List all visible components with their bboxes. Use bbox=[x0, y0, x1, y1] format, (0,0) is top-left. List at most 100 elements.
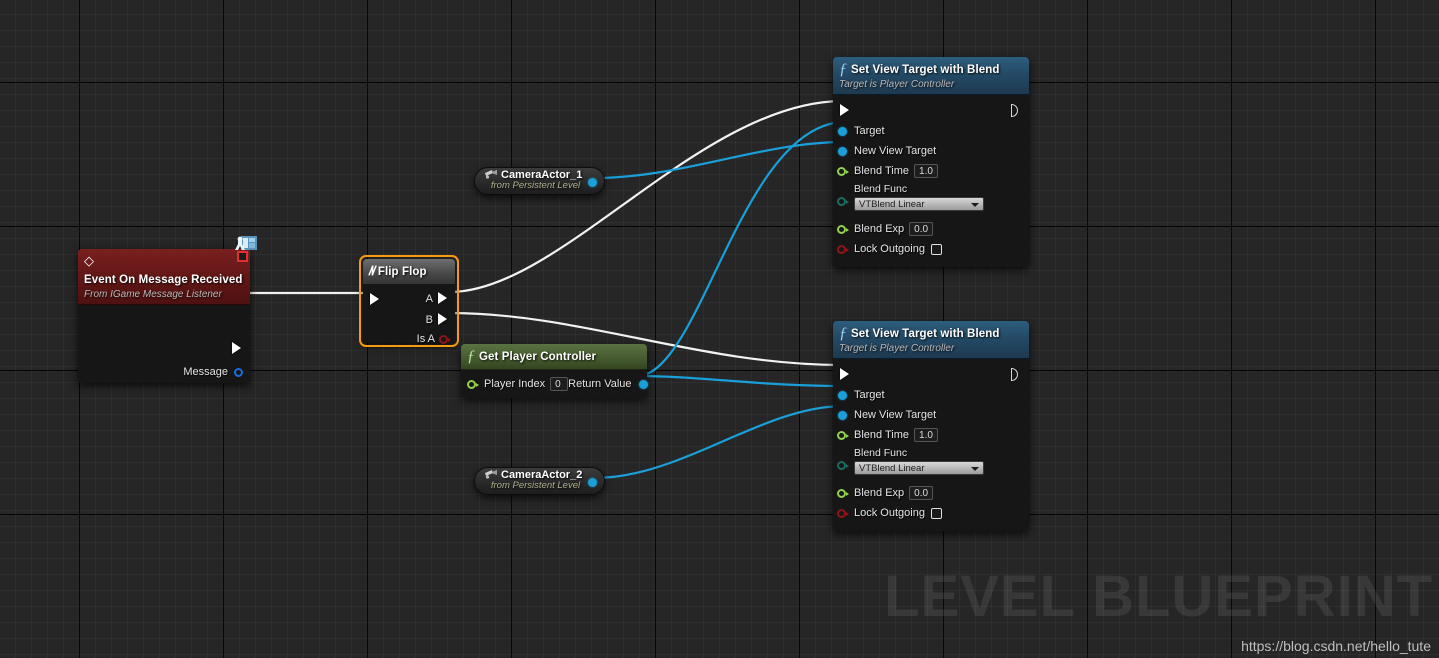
chevron-down-icon bbox=[971, 203, 979, 207]
blend-func-enum-pin[interactable] bbox=[837, 196, 849, 207]
camera-icon bbox=[485, 169, 497, 179]
blend-time-float-pin[interactable] bbox=[837, 166, 849, 177]
pin-label: Lock Outgoing bbox=[854, 507, 925, 519]
flipflop-is-a-row[interactable]: Is A bbox=[417, 333, 451, 345]
lock-outgoing-pin-row[interactable]: Lock Outgoing bbox=[833, 239, 1029, 259]
lock-outgoing-bool-pin[interactable] bbox=[837, 508, 849, 519]
node-header[interactable]: ƒ Set View Target with Blend Target is Pl… bbox=[833, 321, 1029, 359]
blend-exp-value-field[interactable]: 0.0 bbox=[909, 486, 934, 500]
blend-exp-value-field[interactable]: 0.0 bbox=[909, 222, 934, 236]
blueprint-graph-canvas[interactable]: ◇ Event On Message Received From IGame Me… bbox=[0, 0, 1439, 658]
blueprint-actor-badge-icon bbox=[235, 236, 257, 262]
pin-label: A bbox=[425, 292, 433, 305]
blend-func-dropdown[interactable]: VTBlend Linear bbox=[854, 461, 984, 475]
node-flip-flop[interactable]: /\/Flip Flop A B Is A bbox=[359, 255, 459, 347]
lock-outgoing-checkbox[interactable] bbox=[930, 243, 942, 255]
blend-func-selected-value: VTBlend Linear bbox=[859, 199, 925, 210]
pin-label: Blend Exp bbox=[854, 487, 905, 499]
flipflop-exec-in-pin[interactable] bbox=[369, 292, 382, 307]
blend-time-value-field[interactable]: 1.0 bbox=[914, 164, 938, 178]
pure-function-icon: ƒ bbox=[467, 347, 475, 365]
exec-row[interactable] bbox=[833, 99, 1029, 121]
exec-in-pin[interactable] bbox=[839, 103, 852, 118]
pin-label: Blend Time bbox=[854, 429, 910, 441]
node-header[interactable]: /\/Flip Flop bbox=[363, 259, 455, 285]
pin-label: Return Value bbox=[568, 378, 632, 390]
blend-time-pin-row[interactable]: Blend Time 1.0 bbox=[833, 425, 1029, 445]
event-exec-out-pin[interactable] bbox=[231, 341, 244, 356]
exec-out-pin[interactable] bbox=[1010, 367, 1023, 382]
new-view-target-object-pin[interactable] bbox=[837, 410, 848, 421]
player-index-value-field[interactable]: 0 bbox=[550, 377, 569, 391]
node-set-view-target-with-blend-1[interactable]: ƒ Set View Target with Blend Target is Pl… bbox=[833, 57, 1029, 267]
blend-time-value-field[interactable]: 1.0 bbox=[914, 428, 938, 442]
player-index-pin[interactable] bbox=[467, 379, 479, 390]
camera-actor-2-output-pin[interactable] bbox=[587, 477, 598, 488]
pin-label: New View Target bbox=[854, 145, 937, 157]
new-view-target-pin-row[interactable]: New View Target bbox=[833, 405, 1029, 425]
level-blueprint-watermark: LEVEL BLUEPRINT bbox=[884, 564, 1433, 629]
node-header[interactable]: ƒ Get Player Controller bbox=[461, 344, 647, 370]
pin-label: New View Target bbox=[854, 409, 937, 421]
new-view-target-pin-row[interactable]: New View Target bbox=[833, 141, 1029, 161]
blend-exp-pin-row[interactable]: Blend Exp 0.0 bbox=[833, 483, 1029, 503]
function-icon: ƒ bbox=[839, 60, 847, 78]
pin-label: Lock Outgoing bbox=[854, 243, 925, 255]
blend-time-float-pin[interactable] bbox=[837, 430, 849, 441]
flow-control-icon: /\/ bbox=[367, 262, 376, 278]
is-a-bool-pin[interactable] bbox=[439, 334, 451, 345]
return-value-object-pin[interactable] bbox=[638, 379, 649, 390]
target-object-pin[interactable] bbox=[837, 126, 848, 137]
node-camera-actor-2[interactable]: CameraActor_2 from Persistent Level bbox=[474, 467, 605, 495]
pin-label: Blend Func bbox=[854, 447, 908, 459]
blend-time-pin-row[interactable]: Blend Time 1.0 bbox=[833, 161, 1029, 181]
function-icon: ƒ bbox=[839, 324, 847, 342]
flipflop-out-a-pin[interactable] bbox=[437, 291, 450, 306]
node-header[interactable]: ƒ Set View Target with Blend Target is Pl… bbox=[833, 57, 1029, 95]
blend-exp-pin-row[interactable]: Blend Exp 0.0 bbox=[833, 219, 1029, 239]
lock-outgoing-checkbox[interactable] bbox=[930, 507, 942, 519]
node-body: Target New View Target Blend Time 1.0 Bl… bbox=[833, 95, 1029, 267]
blend-func-dropdown[interactable]: VTBlend Linear bbox=[854, 197, 984, 211]
flipflop-out-b-row[interactable]: B bbox=[426, 312, 450, 327]
node-body: Message bbox=[78, 305, 250, 383]
target-pin-row[interactable]: Target bbox=[833, 385, 1029, 405]
pin-label: B bbox=[425, 313, 433, 326]
pin-label: Blend Time bbox=[854, 165, 910, 177]
node-header[interactable]: ◇ Event On Message Received From IGame Me… bbox=[78, 236, 257, 305]
blend-exp-float-pin[interactable] bbox=[837, 224, 849, 235]
node-subtitle: From IGame Message Listener bbox=[84, 289, 222, 300]
blend-func-enum-pin[interactable] bbox=[837, 460, 849, 471]
new-view-target-object-pin[interactable] bbox=[837, 146, 848, 157]
source-url-watermark: https://blog.csdn.net/hello_tute bbox=[1241, 638, 1431, 654]
node-event-on-message-received[interactable]: ◇ Event On Message Received From IGame Me… bbox=[78, 236, 257, 383]
event-message-pin-row[interactable]: Message bbox=[183, 366, 244, 378]
blend-exp-float-pin[interactable] bbox=[837, 488, 849, 499]
node-set-view-target-with-blend-2[interactable]: ƒ Set View Target with Blend Target is Pl… bbox=[833, 321, 1029, 531]
node-body: Target New View Target Blend Time 1.0 Bl… bbox=[833, 359, 1029, 531]
pin-label: Blend Func bbox=[854, 183, 908, 195]
node-title: Get Player Controller bbox=[479, 351, 597, 363]
exec-in-pin[interactable] bbox=[839, 367, 852, 382]
node-body: A B Is A bbox=[363, 285, 455, 345]
blend-func-pin-row[interactable]: Blend Func VTBlend Linear bbox=[833, 445, 1029, 479]
camera-actor-1-output-pin[interactable] bbox=[587, 177, 598, 188]
pin-label: Message bbox=[183, 366, 228, 378]
target-object-pin[interactable] bbox=[837, 390, 848, 401]
exec-row[interactable] bbox=[833, 363, 1029, 385]
node-title: Event On Message Received bbox=[84, 274, 243, 286]
pin-label: Blend Exp bbox=[854, 223, 905, 235]
node-camera-actor-1[interactable]: CameraActor_1 from Persistent Level bbox=[474, 167, 605, 195]
node-subtitle: Target is Player Controller bbox=[839, 343, 955, 354]
node-get-player-controller[interactable]: ƒ Get Player Controller Player Index 0 Re… bbox=[461, 344, 649, 398]
message-object-pin[interactable] bbox=[233, 367, 244, 378]
exec-out-pin[interactable] bbox=[1010, 103, 1023, 118]
flipflop-out-a-row[interactable]: A bbox=[426, 291, 450, 306]
target-pin-row[interactable]: Target bbox=[833, 121, 1029, 141]
node-title: Set View Target with Blend bbox=[851, 64, 1000, 76]
lock-outgoing-pin-row[interactable]: Lock Outgoing bbox=[833, 503, 1029, 523]
flipflop-out-b-pin[interactable] bbox=[437, 312, 450, 327]
lock-outgoing-bool-pin[interactable] bbox=[837, 244, 849, 255]
blend-func-pin-row[interactable]: Blend Func VTBlend Linear bbox=[833, 181, 1029, 215]
node-title: Set View Target with Blend bbox=[851, 328, 1000, 340]
